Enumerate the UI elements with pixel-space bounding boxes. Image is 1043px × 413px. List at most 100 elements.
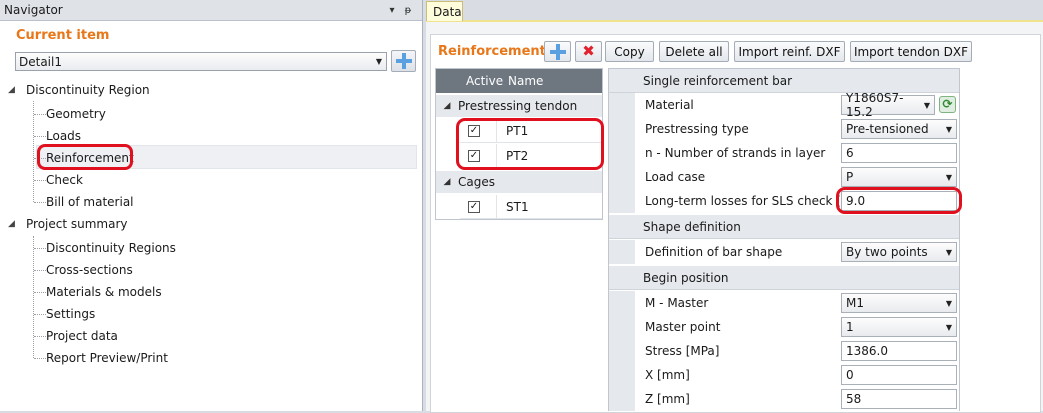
material-select[interactable]: Y1860S7-15.2 ▼ — [841, 91, 935, 119]
bar-shape-label: Definition of bar shape — [645, 245, 783, 259]
row-gutter — [609, 291, 635, 315]
reinforcement-title: Reinforcement — [438, 44, 546, 59]
column-header-name[interactable]: Name — [508, 74, 543, 88]
pin-icon[interactable]: ᵽ — [400, 5, 416, 16]
tree-connector — [34, 136, 46, 137]
master-point-value: 1 — [846, 320, 854, 334]
tree-item-loads[interactable]: Loads — [46, 126, 81, 146]
tree-connector — [34, 180, 46, 181]
tree-node-discontinuity-region[interactable]: ◢ Discontinuity Region — [8, 80, 150, 100]
load-case-label: Load case — [645, 170, 706, 184]
tree-item-settings[interactable]: Settings — [46, 304, 95, 324]
current-item-label: Current item — [16, 28, 110, 43]
prestressing-type-value: Pre-tensioned — [846, 122, 929, 136]
strands-input[interactable]: 6 — [841, 143, 957, 163]
delete-all-button[interactable]: Delete all — [659, 41, 729, 62]
tree-connector — [34, 336, 46, 337]
row-stress: Stress [MPa] 1386.0 — [609, 339, 959, 363]
tree-connector — [34, 202, 46, 203]
tree-item-report-preview[interactable]: Report Preview/Print — [46, 348, 168, 368]
column-header-active[interactable]: Active — [466, 74, 503, 88]
chevron-down-icon: ▼ — [945, 172, 953, 182]
list-item-name: ST1 — [506, 200, 529, 214]
x-input[interactable]: 0 — [841, 365, 957, 385]
tree-item-geometry[interactable]: Geometry — [46, 104, 106, 124]
stress-input[interactable]: 1386.0 — [841, 341, 957, 361]
tree-node-project-summary[interactable]: ◢ Project summary — [8, 214, 128, 234]
row-master-point: Master point 1 ▼ — [609, 315, 959, 339]
load-case-value: P — [846, 170, 854, 184]
row-gutter — [609, 315, 635, 339]
bar-shape-value: By two points — [846, 245, 928, 259]
current-item-select[interactable]: Detail1 ▼ — [15, 52, 387, 71]
tree-connector — [33, 236, 34, 358]
tree-item-cross-sections[interactable]: Cross-sections — [46, 260, 133, 280]
tree-connector — [34, 358, 46, 359]
category-shape-definition[interactable]: Shape definition — [609, 215, 959, 239]
navigator-header: Navigator ▾ ᵽ — [0, 0, 422, 21]
import-tendon-dxf-button[interactable]: Import tendon DXF — [850, 41, 972, 62]
chevron-down-icon: ▼ — [945, 322, 953, 332]
stress-label: Stress [MPa] — [645, 344, 720, 358]
z-input[interactable]: 58 — [841, 389, 957, 409]
bar-shape-select[interactable]: By two points ▼ — [841, 242, 957, 262]
row-gutter — [609, 363, 635, 387]
tree-node-label: Discontinuity Region — [26, 83, 150, 97]
group-prestressing-tendon[interactable]: ◢ Prestressing tendon — [436, 95, 602, 117]
chevron-down-icon: ▼ — [945, 298, 953, 308]
load-case-select[interactable]: P ▼ — [841, 167, 957, 187]
group-label: Cages — [458, 175, 495, 189]
category-label: Single reinforcement bar — [643, 74, 793, 88]
plus-icon — [549, 43, 566, 60]
current-item-value: Detail1 — [19, 54, 62, 69]
column-separator — [496, 195, 497, 219]
row-z: Z [mm] 58 — [609, 387, 959, 411]
category-label: Begin position — [643, 271, 729, 285]
strands-label: n - Number of strands in layer — [645, 146, 826, 160]
row-master: M - Master M1 ▼ — [609, 291, 959, 315]
add-item-button[interactable] — [391, 50, 416, 72]
expanded-triangle-icon[interactable]: ◢ — [8, 219, 20, 229]
expanded-triangle-icon[interactable]: ◢ — [436, 177, 458, 187]
tree-item-bill-of-material[interactable]: Bill of material — [46, 192, 134, 212]
master-select[interactable]: M1 ▼ — [841, 293, 957, 313]
expanded-triangle-icon[interactable]: ◢ — [436, 101, 458, 111]
tree-connector — [34, 114, 46, 115]
tree-connector — [33, 101, 34, 202]
tree-item-project-data[interactable]: Project data — [46, 326, 118, 346]
chevron-down-icon: ▼ — [923, 100, 931, 110]
highlight-losses-annotation — [836, 187, 962, 214]
navigator-title: Navigator — [4, 3, 63, 17]
master-point-select[interactable]: 1 ▼ — [841, 317, 957, 337]
list-item[interactable]: ✓ ST1 — [460, 195, 602, 219]
add-reinforcement-button[interactable] — [544, 41, 571, 62]
prestressing-type-select[interactable]: Pre-tensioned ▼ — [841, 119, 957, 139]
plus-icon — [395, 53, 412, 69]
chevron-down-icon: ▼ — [945, 247, 953, 257]
tree-item-discontinuity-regions[interactable]: Discontinuity Regions — [46, 238, 176, 258]
tree-item-check[interactable]: Check — [46, 170, 83, 190]
category-label: Shape definition — [643, 220, 741, 234]
tree-connector — [34, 270, 46, 271]
group-cages[interactable]: ◢ Cages — [436, 171, 602, 193]
category-single-reinforcement-bar[interactable]: Single reinforcement bar — [609, 69, 959, 93]
active-checkbox[interactable]: ✓ — [468, 201, 480, 213]
material-label: Material — [645, 98, 694, 112]
expanded-triangle-icon[interactable]: ◢ — [8, 85, 20, 95]
tab-data[interactable]: Data — [426, 1, 463, 21]
row-bar-shape: Definition of bar shape By two points ▼ — [609, 240, 959, 264]
copy-button[interactable]: Copy — [605, 41, 654, 62]
tree-item-materials-models[interactable]: Materials & models — [46, 282, 162, 302]
row-gutter — [609, 117, 635, 141]
prestressing-type-label: Prestressing type — [645, 122, 749, 136]
row-material: Material Y1860S7-15.2 ▼ ⟳ — [609, 91, 959, 119]
dropdown-icon[interactable]: ▾ — [384, 5, 400, 16]
chevron-down-icon: ▼ — [375, 57, 383, 66]
import-reinf-dxf-button[interactable]: Import reinf. DXF — [734, 41, 845, 62]
refresh-material-icon[interactable]: ⟳ — [939, 96, 956, 113]
delete-reinforcement-button[interactable]: ✖ — [575, 41, 602, 62]
row-gutter — [609, 339, 635, 363]
row-number-of-strands: n - Number of strands in layer 6 — [609, 141, 959, 165]
property-grid: Single reinforcement bar Material Y1860S… — [608, 68, 960, 411]
category-begin-position[interactable]: Begin position — [609, 266, 959, 290]
